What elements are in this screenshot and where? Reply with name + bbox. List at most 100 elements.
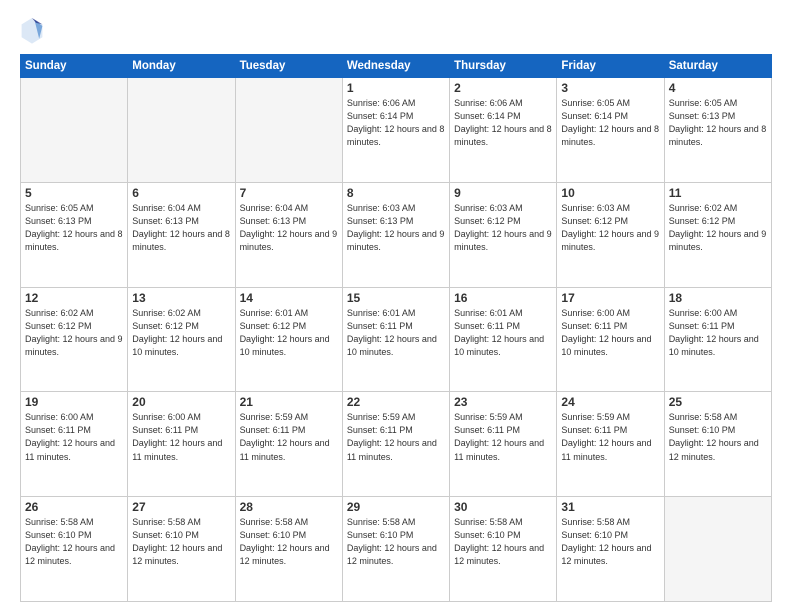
day-number: 3 bbox=[561, 81, 659, 95]
day-number: 24 bbox=[561, 395, 659, 409]
day-number: 25 bbox=[669, 395, 767, 409]
weekday-header-friday: Friday bbox=[557, 55, 664, 78]
weekday-header-tuesday: Tuesday bbox=[235, 55, 342, 78]
day-number: 11 bbox=[669, 186, 767, 200]
day-info: Sunrise: 5:58 AM Sunset: 6:10 PM Dayligh… bbox=[561, 516, 659, 568]
week-row-1: 1 Sunrise: 6:06 AM Sunset: 6:14 PM Daylig… bbox=[21, 78, 772, 183]
day-info: Sunrise: 6:00 AM Sunset: 6:11 PM Dayligh… bbox=[132, 411, 230, 463]
calendar-cell: 21 Sunrise: 5:59 AM Sunset: 6:11 PM Dayli… bbox=[235, 392, 342, 497]
day-number: 23 bbox=[454, 395, 552, 409]
weekday-header-sunday: Sunday bbox=[21, 55, 128, 78]
calendar-cell: 30 Sunrise: 5:58 AM Sunset: 6:10 PM Dayli… bbox=[450, 497, 557, 602]
weekday-header-monday: Monday bbox=[128, 55, 235, 78]
day-number: 18 bbox=[669, 291, 767, 305]
day-number: 30 bbox=[454, 500, 552, 514]
day-info: Sunrise: 6:05 AM Sunset: 6:13 PM Dayligh… bbox=[669, 97, 767, 149]
logo bbox=[20, 16, 48, 44]
day-number: 6 bbox=[132, 186, 230, 200]
day-number: 22 bbox=[347, 395, 445, 409]
calendar-cell bbox=[235, 78, 342, 183]
week-row-5: 26 Sunrise: 5:58 AM Sunset: 6:10 PM Dayli… bbox=[21, 497, 772, 602]
week-row-3: 12 Sunrise: 6:02 AM Sunset: 6:12 PM Dayli… bbox=[21, 287, 772, 392]
day-number: 28 bbox=[240, 500, 338, 514]
calendar-cell: 29 Sunrise: 5:58 AM Sunset: 6:10 PM Dayli… bbox=[342, 497, 449, 602]
calendar-cell: 9 Sunrise: 6:03 AM Sunset: 6:12 PM Daylig… bbox=[450, 182, 557, 287]
day-number: 27 bbox=[132, 500, 230, 514]
day-number: 17 bbox=[561, 291, 659, 305]
day-info: Sunrise: 6:00 AM Sunset: 6:11 PM Dayligh… bbox=[669, 307, 767, 359]
header bbox=[20, 16, 772, 44]
calendar-cell: 1 Sunrise: 6:06 AM Sunset: 6:14 PM Daylig… bbox=[342, 78, 449, 183]
logo-icon bbox=[20, 16, 44, 44]
calendar-cell: 6 Sunrise: 6:04 AM Sunset: 6:13 PM Daylig… bbox=[128, 182, 235, 287]
calendar-cell bbox=[21, 78, 128, 183]
day-number: 9 bbox=[454, 186, 552, 200]
calendar-cell: 5 Sunrise: 6:05 AM Sunset: 6:13 PM Daylig… bbox=[21, 182, 128, 287]
day-info: Sunrise: 5:59 AM Sunset: 6:11 PM Dayligh… bbox=[454, 411, 552, 463]
day-info: Sunrise: 6:04 AM Sunset: 6:13 PM Dayligh… bbox=[240, 202, 338, 254]
day-number: 13 bbox=[132, 291, 230, 305]
weekday-header-row: SundayMondayTuesdayWednesdayThursdayFrid… bbox=[21, 55, 772, 78]
day-number: 20 bbox=[132, 395, 230, 409]
calendar-cell: 11 Sunrise: 6:02 AM Sunset: 6:12 PM Dayli… bbox=[664, 182, 771, 287]
day-info: Sunrise: 5:58 AM Sunset: 6:10 PM Dayligh… bbox=[240, 516, 338, 568]
day-number: 19 bbox=[25, 395, 123, 409]
day-number: 14 bbox=[240, 291, 338, 305]
day-info: Sunrise: 6:01 AM Sunset: 6:12 PM Dayligh… bbox=[240, 307, 338, 359]
calendar-cell: 26 Sunrise: 5:58 AM Sunset: 6:10 PM Dayli… bbox=[21, 497, 128, 602]
day-number: 8 bbox=[347, 186, 445, 200]
day-info: Sunrise: 5:59 AM Sunset: 6:11 PM Dayligh… bbox=[240, 411, 338, 463]
calendar-cell bbox=[664, 497, 771, 602]
day-number: 2 bbox=[454, 81, 552, 95]
day-info: Sunrise: 6:03 AM Sunset: 6:12 PM Dayligh… bbox=[454, 202, 552, 254]
day-info: Sunrise: 6:01 AM Sunset: 6:11 PM Dayligh… bbox=[347, 307, 445, 359]
calendar-cell: 23 Sunrise: 5:59 AM Sunset: 6:11 PM Dayli… bbox=[450, 392, 557, 497]
week-row-4: 19 Sunrise: 6:00 AM Sunset: 6:11 PM Dayli… bbox=[21, 392, 772, 497]
day-info: Sunrise: 6:02 AM Sunset: 6:12 PM Dayligh… bbox=[132, 307, 230, 359]
day-info: Sunrise: 6:00 AM Sunset: 6:11 PM Dayligh… bbox=[25, 411, 123, 463]
page: SundayMondayTuesdayWednesdayThursdayFrid… bbox=[0, 0, 792, 612]
day-info: Sunrise: 5:58 AM Sunset: 6:10 PM Dayligh… bbox=[454, 516, 552, 568]
day-info: Sunrise: 6:02 AM Sunset: 6:12 PM Dayligh… bbox=[25, 307, 123, 359]
day-number: 26 bbox=[25, 500, 123, 514]
calendar-cell: 24 Sunrise: 5:59 AM Sunset: 6:11 PM Dayli… bbox=[557, 392, 664, 497]
weekday-header-wednesday: Wednesday bbox=[342, 55, 449, 78]
calendar-cell: 7 Sunrise: 6:04 AM Sunset: 6:13 PM Daylig… bbox=[235, 182, 342, 287]
day-info: Sunrise: 6:03 AM Sunset: 6:12 PM Dayligh… bbox=[561, 202, 659, 254]
calendar-table: SundayMondayTuesdayWednesdayThursdayFrid… bbox=[20, 54, 772, 602]
day-number: 10 bbox=[561, 186, 659, 200]
calendar-cell: 28 Sunrise: 5:58 AM Sunset: 6:10 PM Dayli… bbox=[235, 497, 342, 602]
calendar-cell: 27 Sunrise: 5:58 AM Sunset: 6:10 PM Dayli… bbox=[128, 497, 235, 602]
day-number: 4 bbox=[669, 81, 767, 95]
day-number: 1 bbox=[347, 81, 445, 95]
calendar-cell: 25Sunrise: 5:58 AM Sunset: 6:10 PM Dayli… bbox=[664, 392, 771, 497]
calendar-cell: 15Sunrise: 6:01 AM Sunset: 6:11 PM Dayli… bbox=[342, 287, 449, 392]
weekday-header-saturday: Saturday bbox=[664, 55, 771, 78]
calendar-cell: 2 Sunrise: 6:06 AM Sunset: 6:14 PM Daylig… bbox=[450, 78, 557, 183]
calendar-cell: 22Sunrise: 5:59 AM Sunset: 6:11 PM Dayli… bbox=[342, 392, 449, 497]
day-info: Sunrise: 6:03 AM Sunset: 6:13 PM Dayligh… bbox=[347, 202, 445, 254]
day-info: Sunrise: 6:01 AM Sunset: 6:11 PM Dayligh… bbox=[454, 307, 552, 359]
day-info: Sunrise: 5:58 AM Sunset: 6:10 PM Dayligh… bbox=[347, 516, 445, 568]
day-info: Sunrise: 6:05 AM Sunset: 6:13 PM Dayligh… bbox=[25, 202, 123, 254]
day-number: 7 bbox=[240, 186, 338, 200]
day-number: 21 bbox=[240, 395, 338, 409]
day-info: Sunrise: 5:58 AM Sunset: 6:10 PM Dayligh… bbox=[25, 516, 123, 568]
calendar-cell: 20 Sunrise: 6:00 AM Sunset: 6:11 PM Dayli… bbox=[128, 392, 235, 497]
weekday-header-thursday: Thursday bbox=[450, 55, 557, 78]
day-number: 5 bbox=[25, 186, 123, 200]
day-number: 12 bbox=[25, 291, 123, 305]
day-info: Sunrise: 6:02 AM Sunset: 6:12 PM Dayligh… bbox=[669, 202, 767, 254]
day-number: 29 bbox=[347, 500, 445, 514]
day-info: Sunrise: 6:05 AM Sunset: 6:14 PM Dayligh… bbox=[561, 97, 659, 149]
calendar-cell: 17Sunrise: 6:00 AM Sunset: 6:11 PM Dayli… bbox=[557, 287, 664, 392]
day-info: Sunrise: 6:04 AM Sunset: 6:13 PM Dayligh… bbox=[132, 202, 230, 254]
day-info: Sunrise: 6:06 AM Sunset: 6:14 PM Dayligh… bbox=[347, 97, 445, 149]
day-info: Sunrise: 5:58 AM Sunset: 6:10 PM Dayligh… bbox=[132, 516, 230, 568]
calendar-cell: 12 Sunrise: 6:02 AM Sunset: 6:12 PM Dayli… bbox=[21, 287, 128, 392]
day-info: Sunrise: 6:06 AM Sunset: 6:14 PM Dayligh… bbox=[454, 97, 552, 149]
calendar-cell: 18 Sunrise: 6:00 AM Sunset: 6:11 PM Dayli… bbox=[664, 287, 771, 392]
calendar-cell: 31 Sunrise: 5:58 AM Sunset: 6:10 PM Dayli… bbox=[557, 497, 664, 602]
day-number: 31 bbox=[561, 500, 659, 514]
day-info: Sunrise: 5:59 AM Sunset: 6:11 PM Dayligh… bbox=[561, 411, 659, 463]
